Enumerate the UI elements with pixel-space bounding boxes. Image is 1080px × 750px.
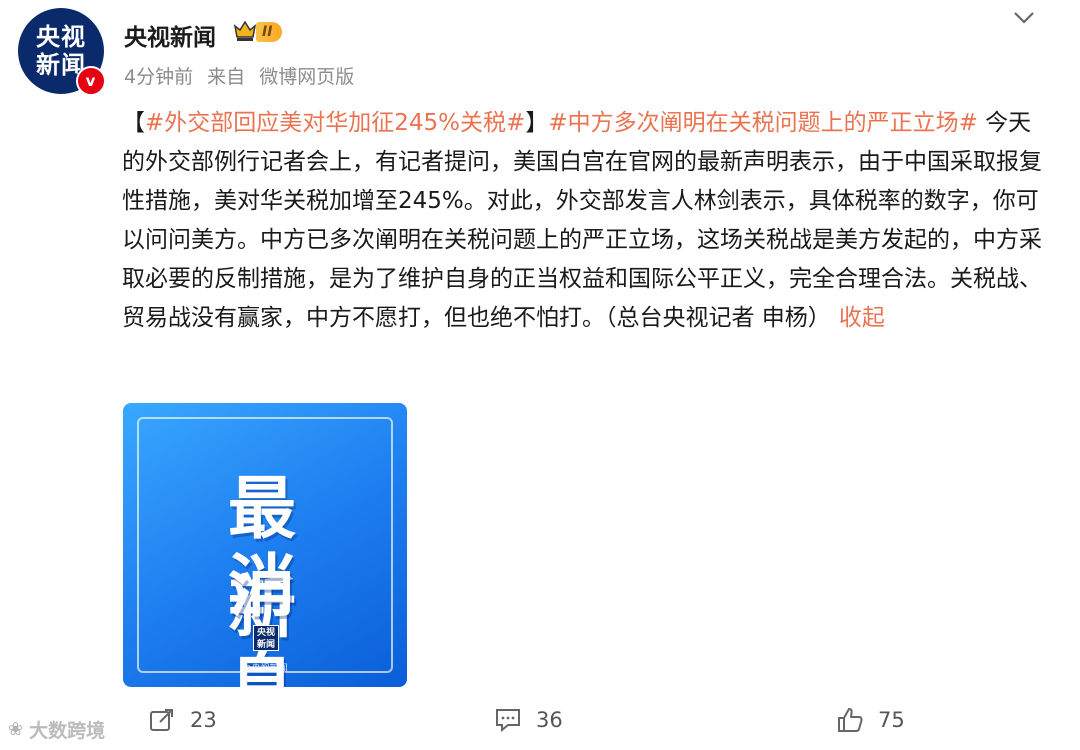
verified-icon: v [76,66,106,96]
image-watermark: @央视新闻 [242,664,288,674]
image-logo: 央视 新闻 [253,625,279,651]
like-button[interactable]: 75 [836,706,905,734]
bracket-close: 】 [525,110,549,136]
comment-button[interactable]: 36 [494,706,563,734]
post-source: 微博网页版 [259,66,355,88]
chevron-down-icon[interactable] [1012,10,1036,26]
like-icon [838,708,863,732]
post-image[interactable]: 最新 消息 央视 新闻 @央视新闻 [123,403,407,687]
avatar[interactable]: 央视 新闻 v [18,8,106,96]
level-badge: II [256,22,283,42]
post-meta: 4分钟前 来自 微博网页版 [124,62,362,89]
like-count: 75 [878,708,905,732]
post-time[interactable]: 4分钟前 [124,66,193,88]
comment-count: 36 [536,708,563,732]
image-logo-line2: 新闻 [256,640,275,650]
collapse-link[interactable]: 收起 [839,305,885,331]
repost-button[interactable]: 23 [148,706,217,734]
repost-count: 23 [190,708,217,732]
action-bar: 23 36 75 [0,702,1080,742]
hashtag-stance[interactable]: #中方多次阐明在关税问题上的严正立场# [548,110,978,136]
crown-icon [233,20,257,41]
hashtag-tariff-response[interactable]: #外交部回应美对华加征245%关税# [145,110,525,136]
post-body: 今天的外交部例行记者会上，有记者提问，美国白宫在官网的最新声明表示，由于中国采取… [122,110,1042,331]
comment-icon [496,709,520,733]
overlay-watermark-text: 大数跨境 [29,720,106,742]
bracket-open: 【 [122,110,145,136]
source-prefix: 来自 [207,66,246,88]
username[interactable]: 央视新闻 [124,18,216,52]
image-logo-line1: 央视 [256,628,275,638]
repost-icon [150,709,173,731]
watermark-logo-icon: ❀ [8,719,24,740]
post-text: 【#外交部回应美对华加征245%关税#】#中方多次阐明在关税问题上的严正立场# … [122,104,1042,338]
overlay-watermark: ❀ 大数跨境 [8,716,105,743]
avatar-line1: 央视 [36,23,86,51]
